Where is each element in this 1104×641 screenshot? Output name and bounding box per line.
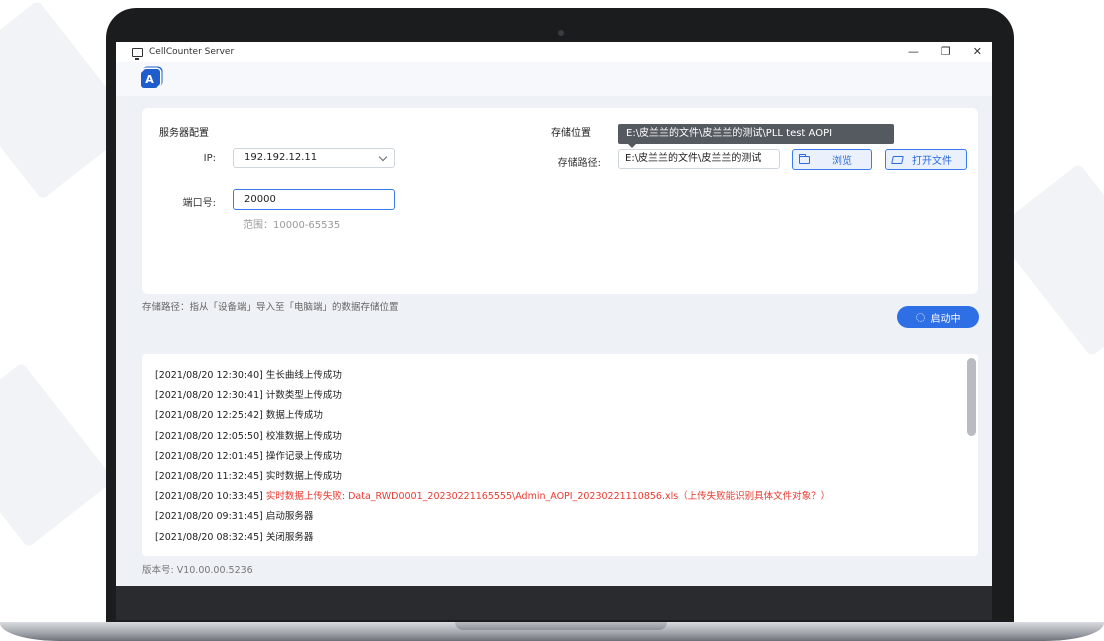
log-message: 关闭服务器 [265, 531, 314, 543]
log-entry: [2021/08/20 12:25:42] 数据上传成功 [155, 406, 830, 426]
server-config-title: 服务器配置 [159, 128, 209, 139]
port-range-hint: 范围：10000-65535 [243, 220, 341, 231]
log-message: 计数类型上传成功 [265, 390, 342, 402]
log-message: 生长曲线上传成功 [265, 370, 342, 381]
log-entry: [2021/08/20 12:05:50] 校准数据上传成功 [155, 427, 830, 447]
storage-path-label: 存储路径: [557, 158, 601, 169]
log-message: 操作记录上传成功 [265, 450, 342, 462]
screen-bezel-bottom [116, 586, 992, 620]
log-list: [2021/08/20 12:30:40] 生长曲线上传成功 [2021/08/2… [155, 366, 830, 548]
log-entry: [2021/08/20 12:01:45] 操作记录上传成功 [155, 447, 830, 467]
log-timestamp: [2021/08/20 12:30:41] [155, 390, 263, 402]
browse-button[interactable]: 浏览 [792, 149, 872, 170]
laptop-notch [455, 622, 667, 630]
log-message: 校准数据上传成功 [265, 430, 342, 442]
window-controls: — ❐ ✕ [908, 42, 982, 62]
close-button[interactable]: ✕ [973, 42, 982, 62]
version-label: 版本号: V10.00.00.5236 [142, 565, 253, 576]
log-timestamp: [2021/08/20 09:31:45] [155, 511, 263, 523]
log-entry: [2021/08/20 08:32:45] 关闭服务器 [155, 528, 830, 548]
log-error-message: 实时数据上传失败: Data_RWD0001_20230221165555\Ad… [265, 491, 831, 503]
chevron-down-icon [378, 152, 388, 162]
storage-path-input[interactable]: E:\皮兰兰的文件\皮兰兰的测试 [618, 149, 780, 169]
scrollbar-thumb[interactable] [967, 358, 976, 436]
port-input[interactable]: 20000 [233, 189, 395, 210]
log-entry: [2021/08/20 12:30:40] 生长曲线上传成功 [155, 366, 830, 386]
browse-label: 浏览 [832, 156, 852, 167]
log-timestamp: [2021/08/20 11:32:45] [155, 470, 263, 482]
log-panel: [2021/08/20 12:30:40] 生长曲线上传成功 [2021/08/2… [142, 354, 978, 556]
ip-select[interactable]: 192.192.12.11 [233, 148, 395, 168]
folder-open-icon [891, 155, 904, 164]
log-entry: [2021/08/20 09:31:45] 启动服务器 [155, 507, 830, 527]
config-panel: 服务器配置 IP: 192.192.12.11 端口号: 20000 范围：10… [142, 108, 978, 294]
log-timestamp: [2021/08/20 08:32:45] [155, 531, 263, 543]
log-message: 实时数据上传成功 [265, 470, 342, 482]
path-tooltip: E:\皮兰兰的文件\皮兰兰的测试\PLL test AOPI [618, 124, 894, 148]
open-file-button[interactable]: 打开文件 [885, 149, 967, 170]
log-message: 数据上传成功 [265, 410, 323, 422]
log-timestamp: [2021/08/20 12:01:45] [155, 450, 263, 462]
start-server-button[interactable]: 启动中 [897, 306, 979, 328]
title-bar: CellCounter Server — ❐ ✕ [116, 42, 992, 62]
log-entry: [2021/08/20 12:30:41] 计数类型上传成功 [155, 386, 830, 406]
loading-icon [915, 312, 925, 322]
log-message: 启动服务器 [265, 511, 314, 523]
folder-icon [799, 153, 810, 164]
restore-button[interactable]: ❐ [941, 42, 951, 62]
storage-title: 存储位置 [551, 128, 591, 139]
log-timestamp: [2021/08/20 12:25:42] [155, 410, 263, 422]
log-timestamp: [2021/08/20 12:05:50] [155, 430, 263, 442]
port-label: 端口号: [182, 198, 216, 209]
toolbar: A [116, 62, 992, 96]
start-button-label: 启动中 [930, 313, 961, 325]
monitor-icon [132, 47, 143, 60]
ip-value: 192.192.12.11 [244, 152, 318, 163]
app-window: CellCounter Server — ❐ ✕ A 服务器配置 IP: 192… [116, 42, 992, 586]
language-icon[interactable]: A [141, 71, 158, 88]
camera-icon [558, 30, 564, 36]
ip-label: IP: [203, 153, 216, 164]
background-decoration [0, 362, 115, 548]
window-title: CellCounter Server [149, 47, 235, 57]
storage-description: 存储路径：指从「设备端」导入至「电脑端」的数据存储位置 [142, 302, 399, 313]
log-entry: [2021/08/20 11:32:45] 实时数据上传成功 [155, 467, 830, 487]
log-timestamp: [2021/08/20 12:30:40] [155, 370, 263, 381]
minimize-button[interactable]: — [908, 42, 919, 62]
scrollbar-track[interactable] [964, 354, 978, 556]
log-entry: [2021/08/20 10:33:45] 实时数据上传失败: Data_RWD… [155, 487, 830, 507]
log-timestamp: [2021/08/20 10:33:45] [155, 491, 263, 503]
open-file-label: 打开文件 [912, 156, 952, 167]
